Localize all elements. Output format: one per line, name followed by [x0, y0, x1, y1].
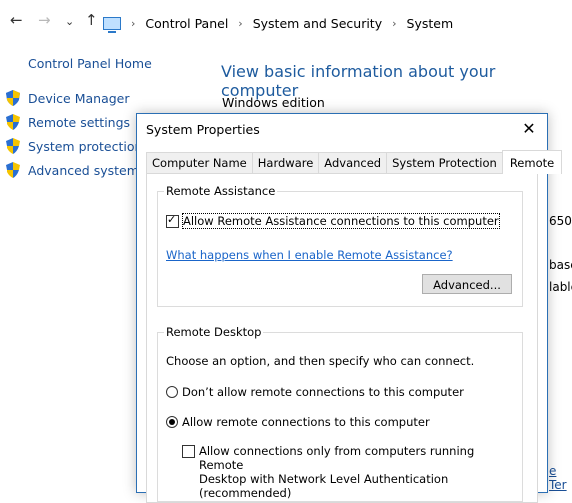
uac-shield-icon	[6, 114, 20, 130]
background-text-fragment: 650	[549, 214, 572, 228]
tab-advanced[interactable]: Advanced	[318, 152, 388, 173]
background-text-fragment: base	[549, 258, 572, 272]
nla-label-line2: Desktop with Network Level Authenticatio…	[199, 472, 449, 500]
tab-computer-name[interactable]: Computer Name	[146, 152, 253, 173]
remote-tab-panel: Remote Assistance Allow Remote Assistanc…	[146, 173, 538, 503]
remote-assistance-help-link[interactable]: What happens when I enable Remote Assist…	[166, 248, 453, 262]
sidebar-item-label: Remote settings	[28, 114, 131, 130]
breadcrumb-sep: ›	[131, 16, 136, 30]
remote-desktop-group: Remote Desktop Choose an option, and the…	[157, 325, 523, 502]
background-text-fragment: lable	[549, 280, 572, 294]
radio-label: Allow remote connections to this compute…	[182, 415, 430, 429]
checkbox-label: Allow Remote Assistance connections to t…	[182, 213, 500, 229]
navigation-bar: ← → ⌄ ↑ › Control Panel › System and Sec…	[0, 0, 572, 44]
back-arrow-icon[interactable]: ←	[10, 10, 23, 30]
nla-checkbox[interactable]: Allow connections only from computers ru…	[182, 444, 522, 500]
uac-shield-icon	[6, 138, 20, 154]
tab-system-protection[interactable]: System Protection	[386, 152, 503, 173]
system-properties-dialog: System Properties ✕ Computer Name Hardwa…	[136, 113, 563, 503]
computer-icon	[103, 16, 121, 33]
group-label: Remote Desktop	[164, 325, 264, 339]
recent-locations-icon[interactable]: ⌄	[65, 12, 74, 32]
background-link-fragment[interactable]: e Ter	[549, 464, 572, 492]
up-arrow-icon[interactable]: ↑	[85, 10, 98, 30]
tab-remote[interactable]: Remote	[501, 150, 563, 174]
nla-label-line1: Allow connections only from computers ru…	[199, 444, 475, 472]
radio-button[interactable]	[166, 416, 178, 428]
radio-dont-allow-remote[interactable]: Don’t allow remote connections to this c…	[166, 385, 464, 399]
radio-label: Don’t allow remote connections to this c…	[182, 385, 464, 399]
remote-assistance-group: Remote Assistance Allow Remote Assistanc…	[157, 184, 523, 307]
control-panel-home-link[interactable]: Control Panel Home	[28, 56, 152, 71]
checkbox-box[interactable]	[182, 445, 195, 458]
dialog-title: System Properties	[146, 122, 260, 137]
sidebar-item-system-protection[interactable]: System protection	[6, 138, 142, 154]
sidebar-item-label: System protection	[28, 138, 143, 154]
breadcrumb[interactable]: › Control Panel › System and Security › …	[103, 10, 453, 36]
forward-arrow-icon[interactable]: →	[38, 10, 51, 30]
close-icon[interactable]: ✕	[517, 117, 541, 141]
windows-edition-heading: Windows edition	[222, 95, 325, 110]
allow-remote-assistance-checkbox[interactable]: Allow Remote Assistance connections to t…	[166, 213, 500, 229]
sidebar-item-remote-settings[interactable]: Remote settings	[6, 114, 130, 130]
remote-desktop-instruction: Choose an option, and then specify who c…	[166, 354, 475, 368]
breadcrumb-sep: ›	[238, 16, 243, 30]
tab-hardware[interactable]: Hardware	[251, 152, 320, 173]
checkbox-box[interactable]	[166, 213, 179, 228]
group-label: Remote Assistance	[164, 184, 278, 198]
sidebar-item-device-manager[interactable]: Device Manager	[6, 90, 130, 106]
tab-strip: Computer Name Hardware Advanced System P…	[146, 150, 563, 174]
sidebar-item-label: Device Manager	[28, 90, 130, 106]
sidebar-item-advanced-system-settings[interactable]: Advanced system se	[6, 162, 157, 178]
advanced-button[interactable]: Advanced...	[422, 274, 512, 294]
uac-shield-icon	[6, 90, 20, 106]
uac-shield-icon	[6, 162, 20, 178]
checkbox-label: Allow connections only from computers ru…	[199, 444, 522, 500]
radio-allow-remote[interactable]: Allow remote connections to this compute…	[166, 415, 430, 429]
breadcrumb-sep: ›	[392, 16, 397, 30]
breadcrumb-control-panel[interactable]: Control Panel	[145, 16, 228, 31]
radio-button[interactable]	[166, 386, 178, 398]
breadcrumb-system-and-security[interactable]: System and Security	[253, 16, 382, 31]
breadcrumb-system[interactable]: System	[407, 16, 454, 31]
